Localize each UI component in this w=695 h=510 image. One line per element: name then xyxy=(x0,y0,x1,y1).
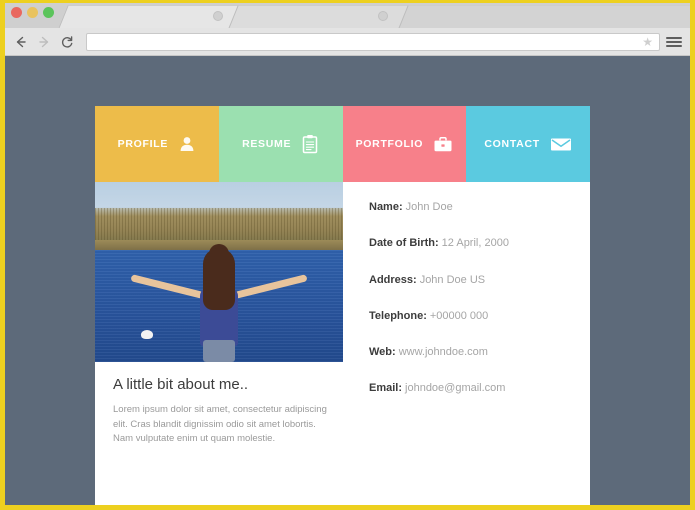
info-row-date-of-birth: Date of Birth: 12 April, 2000 xyxy=(369,236,590,250)
info-value: John Doe US xyxy=(419,273,486,286)
nav-label-portfolio: PORTFOLIO xyxy=(355,138,424,150)
user-icon xyxy=(178,135,196,153)
screenshot-viewport: ★ wwwheritage PROFILE xyxy=(0,0,695,510)
info-value[interactable]: johndoe@gmail.com xyxy=(405,382,505,394)
info-value: +00000 000 xyxy=(429,309,489,322)
info-label: Web: xyxy=(369,346,396,359)
nav-item-profile[interactable]: PROFILE xyxy=(95,106,219,182)
left-column: A little bit about me.. Lorem ipsum dolo… xyxy=(95,182,343,505)
profile-photo xyxy=(95,182,343,362)
personal-info-list: Name: John Doe Date of Birth: 12 April, 20… xyxy=(343,182,590,505)
info-label: Telephone: xyxy=(369,309,427,322)
browser-tab-strip xyxy=(5,3,690,28)
info-row-email: Email: johndoe@gmail.com xyxy=(369,381,590,395)
maximize-window-button[interactable] xyxy=(43,7,54,18)
info-row-name: Name: John Doe xyxy=(369,200,590,214)
minimize-window-button[interactable] xyxy=(27,7,38,18)
nav-item-contact[interactable]: CONTACT xyxy=(466,106,590,182)
info-value: John Doe xyxy=(405,201,453,213)
browser-window: ★ wwwheritage PROFILE xyxy=(5,3,690,505)
card-body: A little bit about me.. Lorem ipsum dolo… xyxy=(95,182,590,505)
info-row-telephone: Telephone: +00000 000 xyxy=(369,309,590,323)
photo-treeline xyxy=(95,208,343,244)
info-row-web: Web: www.johndoe.com xyxy=(369,345,590,359)
info-label: Address: xyxy=(369,273,417,286)
nav-label-resume: RESUME xyxy=(242,138,292,150)
address-input[interactable] xyxy=(93,36,639,47)
web-page-content: wwwheritage PROFILE RESU xyxy=(5,56,690,505)
about-title: A little bit about me.. xyxy=(113,376,249,393)
browser-tab[interactable] xyxy=(398,5,690,28)
address-bar[interactable]: ★ xyxy=(86,32,660,51)
copyright-text: Copyright © 2013 John Doe xyxy=(289,497,406,505)
info-label: Name: xyxy=(369,201,403,213)
back-icon[interactable] xyxy=(11,32,31,52)
forward-icon[interactable] xyxy=(34,32,54,52)
envelope-icon xyxy=(550,137,572,152)
resume-card: PROFILE RESUME PORTFOLIO CONTACT A littl… xyxy=(95,106,590,505)
hamburger-menu-icon[interactable] xyxy=(664,36,684,47)
info-row-address: Address: John Doe US xyxy=(369,273,590,287)
about-text: Lorem ipsum dolor sit amet, consectetur … xyxy=(113,404,327,445)
info-value: 12 April, 2000 xyxy=(441,237,509,250)
nav-item-portfolio[interactable]: PORTFOLIO xyxy=(342,106,467,182)
about-section: A little bit about me.. Lorem ipsum dolo… xyxy=(95,362,343,465)
nav-item-resume[interactable]: RESUME xyxy=(218,106,343,182)
star-icon[interactable]: ★ xyxy=(642,36,653,48)
tab-close-icon[interactable] xyxy=(213,11,223,21)
nav-label-profile: PROFILE xyxy=(117,138,169,150)
clipboard-icon xyxy=(301,134,319,154)
info-value[interactable]: www.johndoe.com xyxy=(399,346,488,358)
window-controls xyxy=(11,7,54,18)
nav-label-contact: CONTACT xyxy=(484,138,540,150)
reload-icon[interactable] xyxy=(57,32,77,52)
browser-toolbar: ★ xyxy=(5,28,690,56)
main-navigation: PROFILE RESUME PORTFOLIO CONTACT xyxy=(95,106,590,182)
page-footer: Copyright © 2013 John Doe xyxy=(5,492,690,505)
photo-person-shorts xyxy=(203,340,235,362)
info-label: Email: xyxy=(369,382,403,395)
briefcase-icon xyxy=(433,136,453,153)
info-label: Date of Birth: xyxy=(369,237,439,250)
photo-person-hair xyxy=(203,248,235,310)
tab-close-icon[interactable] xyxy=(378,11,388,21)
photo-bird xyxy=(141,330,153,339)
close-window-button[interactable] xyxy=(11,7,22,18)
